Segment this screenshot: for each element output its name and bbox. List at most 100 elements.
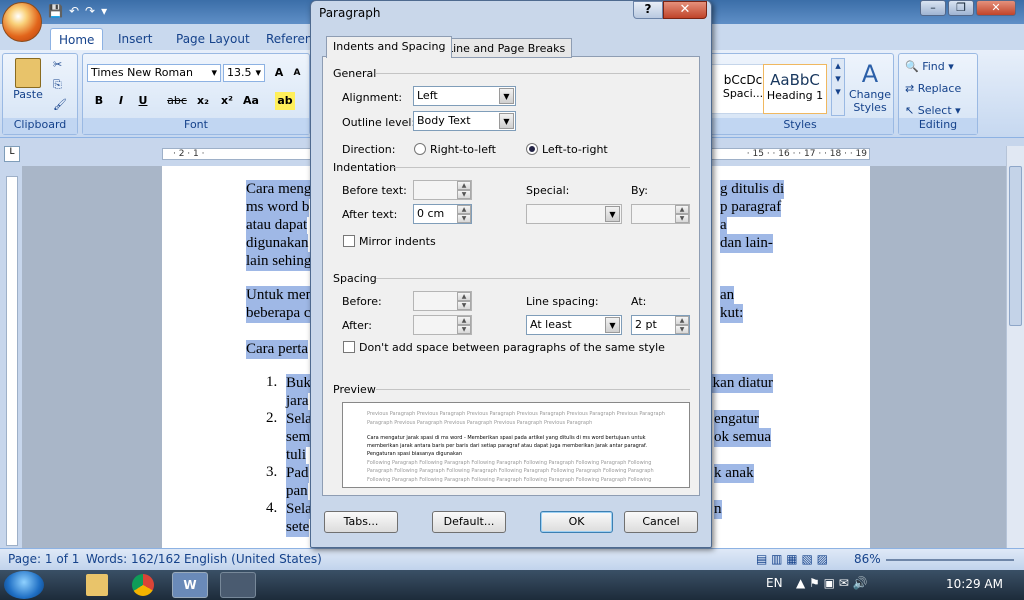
- spin-buttons[interactable]: ▲ ▼: [457, 316, 471, 334]
- restore-button[interactable]: ❐: [948, 0, 974, 16]
- list-item-text-right: k anak: [714, 464, 754, 483]
- special-select[interactable]: ▼: [526, 204, 622, 224]
- indentation-divider: [392, 167, 690, 168]
- customize-qat-icon[interactable]: ▾: [101, 4, 107, 22]
- zoom-slider[interactable]: [886, 559, 1014, 561]
- bold-button[interactable]: B: [89, 92, 109, 110]
- window-controls: – ❐ ✕: [920, 0, 1016, 18]
- tab-page-layout[interactable]: Page Layout: [168, 28, 258, 50]
- word-taskbar-icon[interactable]: W: [172, 572, 208, 598]
- alignment-label: Alignment:: [342, 91, 403, 104]
- change-case-button[interactable]: Aa: [241, 92, 261, 110]
- chrome-icon[interactable]: [132, 574, 154, 596]
- close-button[interactable]: ✕: [976, 0, 1016, 16]
- cut-icon[interactable]: ✂: [53, 58, 62, 71]
- find-button[interactable]: 🔍 Find ▾: [905, 60, 954, 73]
- subscript-button[interactable]: x₂: [193, 92, 213, 110]
- tabs-button[interactable]: Tabs...: [324, 511, 398, 533]
- spin-buttons[interactable]: ▲ ▼: [675, 316, 689, 334]
- doc-line-left: ms word b: [246, 198, 310, 217]
- default-button[interactable]: Default...: [432, 511, 506, 533]
- language-status[interactable]: English (United States): [184, 552, 322, 566]
- before-text-spin[interactable]: ▲ ▼: [413, 180, 472, 200]
- strikethrough-button[interactable]: abc: [167, 92, 187, 110]
- language-indicator[interactable]: EN: [766, 576, 783, 590]
- help-button[interactable]: ?: [633, 1, 663, 19]
- clock[interactable]: 10:29 AM: [946, 577, 1003, 591]
- spacing-before-spin[interactable]: ▲ ▼: [413, 291, 472, 311]
- grow-font-icon[interactable]: A: [269, 64, 289, 82]
- app-taskbar-icon[interactable]: [220, 572, 256, 598]
- list-number: 2.: [266, 410, 278, 426]
- alignment-select[interactable]: Left ▼: [413, 86, 516, 106]
- at-label: At:: [631, 295, 647, 308]
- word-count[interactable]: Words: 162/162: [86, 552, 181, 566]
- office-button[interactable]: [2, 2, 42, 42]
- paste-button[interactable]: Paste: [11, 58, 45, 114]
- scroll-thumb[interactable]: [1009, 166, 1022, 326]
- tab-line-and-page-breaks[interactable]: Line and Page Breaks: [440, 38, 573, 58]
- chevron-down-icon: ▾: [211, 66, 217, 79]
- select-button[interactable]: ↖ Select ▾: [905, 104, 961, 117]
- style-heading-1[interactable]: AaBbC Heading 1: [763, 64, 827, 114]
- redo-icon[interactable]: ↷: [85, 4, 95, 22]
- list-item-text: pan: [286, 482, 308, 501]
- by-spin[interactable]: ▲ ▼: [631, 204, 690, 224]
- outline-level-select[interactable]: Body Text ▼: [413, 111, 516, 131]
- dont-add-space-checkbox[interactable]: [343, 341, 355, 353]
- tab-insert[interactable]: Insert: [110, 28, 160, 50]
- page-count[interactable]: Page: 1 of 1: [8, 552, 79, 566]
- ruler-marks-right: · 15 · · 16 · · 17 · · 18 · · 19: [746, 149, 867, 159]
- highlight-icon[interactable]: ab: [275, 92, 295, 110]
- spin-buttons[interactable]: ▲ ▼: [457, 205, 471, 223]
- undo-icon[interactable]: ↶: [69, 4, 79, 22]
- mirror-indents-checkbox[interactable]: [343, 235, 355, 247]
- ruler-toggle-icon[interactable]: L: [4, 146, 20, 162]
- ltr-radio[interactable]: [526, 143, 538, 155]
- vertical-ruler-strip[interactable]: [6, 176, 18, 546]
- font-size-combo[interactable]: 13.5 ▾: [223, 64, 265, 82]
- minimize-button[interactable]: –: [920, 0, 946, 16]
- save-icon[interactable]: 💾: [48, 4, 63, 22]
- doc-line-left: lain sehing: [246, 252, 312, 271]
- taskbar: W EN ▲ ⚑ ▣ ✉ 🔊 10:29 AM: [0, 570, 1024, 600]
- underline-button[interactable]: U: [133, 92, 153, 110]
- spin-buttons[interactable]: ▲ ▼: [457, 181, 471, 199]
- change-styles-button[interactable]: A Change Styles: [847, 60, 893, 114]
- format-painter-icon[interactable]: 🖌: [53, 98, 67, 111]
- view-buttons[interactable]: ▤ ▥ ▦ ▧ ▨: [756, 552, 828, 566]
- line-spacing-label: Line spacing:: [526, 295, 599, 308]
- doc-line-left: atau dapat: [246, 216, 308, 235]
- tray-icons[interactable]: ▲ ⚑ ▣ ✉ 🔊: [796, 576, 868, 590]
- at-spin[interactable]: 2 pt ▲ ▼: [631, 315, 690, 335]
- italic-button[interactable]: I: [111, 92, 131, 110]
- spin-buttons[interactable]: ▲ ▼: [457, 292, 471, 310]
- copy-icon[interactable]: ⎘: [53, 78, 62, 92]
- ruler-marks-left: · 2 · 1 ·: [173, 149, 205, 159]
- replace-button[interactable]: ⇄ Replace: [905, 82, 961, 95]
- spin-buttons[interactable]: ▲ ▼: [675, 205, 689, 223]
- cancel-button[interactable]: Cancel: [624, 511, 698, 533]
- tab-home[interactable]: Home: [50, 28, 104, 50]
- start-button[interactable]: [4, 571, 44, 599]
- list-item-text: sete: [286, 518, 310, 537]
- after-text-spin[interactable]: 0 cm ▲ ▼: [413, 204, 472, 224]
- doc-line-left: digunakan: [246, 234, 309, 253]
- styles-scroll[interactable]: ▴ ▾ ▾: [831, 58, 845, 116]
- after-text-value: 0 cm: [417, 207, 445, 220]
- dialog-close-button[interactable]: ✕: [663, 1, 707, 19]
- preview-current-line: Pengaturan spasi biasanya digunakan: [367, 451, 463, 457]
- line-spacing-select[interactable]: At least ▼: [526, 315, 622, 335]
- vertical-scrollbar[interactable]: [1006, 146, 1024, 548]
- tab-indents-and-spacing[interactable]: Indents and Spacing: [326, 36, 453, 58]
- shrink-font-icon[interactable]: A: [287, 64, 307, 82]
- rtl-radio[interactable]: [414, 143, 426, 155]
- doc-line-right: dan lain-: [720, 234, 773, 253]
- explorer-icon[interactable]: [86, 574, 108, 596]
- zoom-level[interactable]: 86%: [854, 552, 881, 566]
- status-bar: Page: 1 of 1 Words: 162/162 English (Uni…: [0, 548, 1024, 570]
- spacing-after-spin[interactable]: ▲ ▼: [413, 315, 472, 335]
- font-name-combo[interactable]: Times New Roman ▾: [87, 64, 221, 82]
- superscript-button[interactable]: x²: [217, 92, 237, 110]
- ok-button[interactable]: OK: [540, 511, 613, 533]
